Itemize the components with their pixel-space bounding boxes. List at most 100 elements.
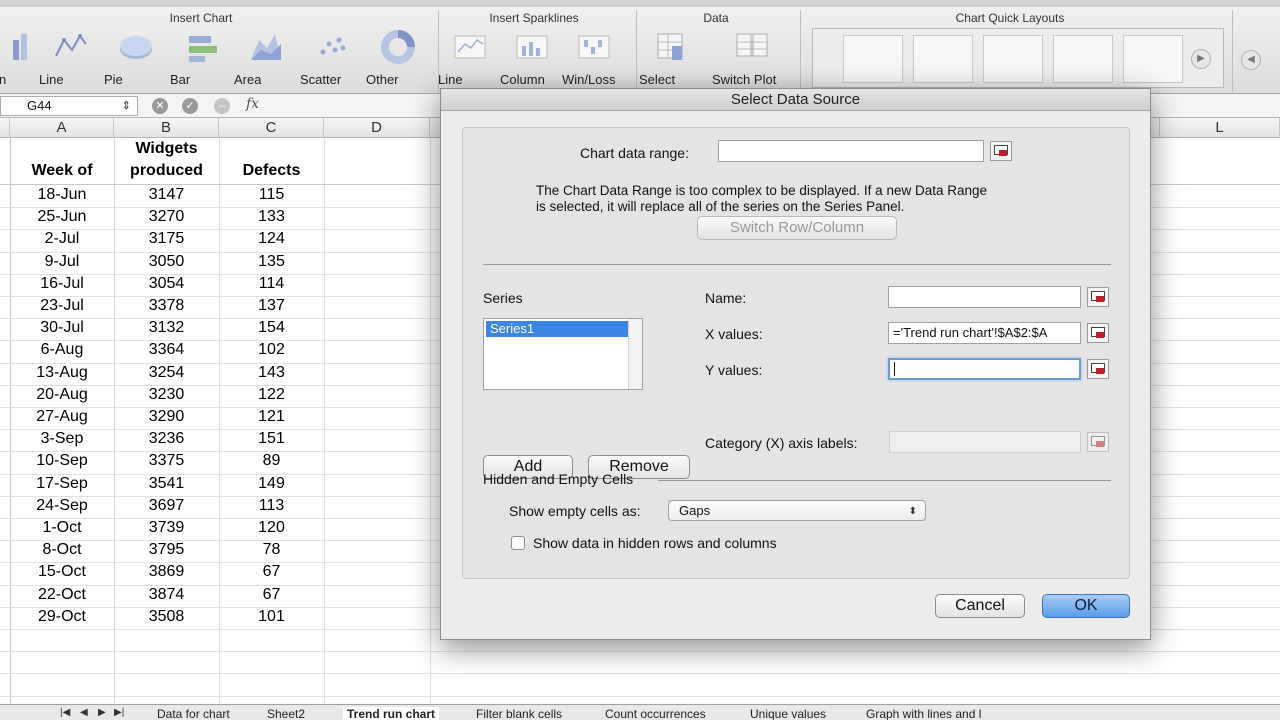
cell-week[interactable]: 2-Jul — [10, 230, 114, 248]
cell-week[interactable]: 17-Sep — [10, 475, 114, 493]
cell-defects[interactable]: 89 — [219, 452, 324, 470]
chart-data-range-field[interactable] — [718, 140, 984, 162]
cell-week[interactable]: 13-Aug — [10, 364, 114, 382]
cell-header-week[interactable]: Week of — [10, 162, 114, 180]
switch-row-column-button[interactable]: Switch Row/Column — [697, 216, 897, 240]
cell-widgets[interactable]: 3739 — [114, 519, 219, 537]
name-box[interactable]: G44 ⇕ — [0, 96, 138, 116]
cell-defects[interactable]: 101 — [219, 608, 324, 626]
chart-quick-layouts-gallery[interactable]: ▶ — [812, 28, 1224, 88]
series-list-scrollbar[interactable] — [628, 319, 642, 389]
series-list-item[interactable]: Series1 — [486, 321, 628, 337]
cell-widgets[interactable]: 3869 — [114, 563, 219, 581]
sparkline-column-button[interactable]: Column — [500, 30, 564, 90]
sparkline-line-button[interactable]: Line — [438, 30, 502, 90]
cell-week[interactable]: 22-Oct — [10, 586, 114, 604]
cell-week[interactable]: 20-Aug — [10, 386, 114, 404]
prev-sheet-icon[interactable]: ◀ — [80, 707, 88, 718]
cell-week[interactable]: 29-Oct — [10, 608, 114, 626]
cell-defects[interactable]: 137 — [219, 297, 324, 315]
column-chart-button[interactable]: lumn — [0, 30, 42, 90]
sparkline-winloss-button[interactable]: Win/Loss — [562, 30, 626, 90]
quick-layout-thumb[interactable] — [1053, 35, 1113, 83]
cell-widgets[interactable]: 3175 — [114, 230, 219, 248]
cell-widgets[interactable]: 3254 — [114, 364, 219, 382]
cancel-formula-icon[interactable]: ✕ — [152, 98, 168, 114]
area-chart-button[interactable]: Area — [234, 30, 298, 90]
cell-week[interactable]: 18-Jun — [10, 186, 114, 204]
cell-widgets[interactable]: 3290 — [114, 408, 219, 426]
cell-week[interactable]: 3-Sep — [10, 430, 114, 448]
cell-widgets[interactable]: 3230 — [114, 386, 219, 404]
cell-widgets[interactable]: 3147 — [114, 186, 219, 204]
cell-header-produced[interactable]: produced — [114, 162, 219, 180]
other-chart-button[interactable]: Other — [366, 30, 430, 90]
cell-defects[interactable]: 67 — [219, 563, 324, 581]
cell-defects[interactable]: 120 — [219, 519, 324, 537]
column-header-d[interactable]: D — [324, 118, 430, 138]
pie-chart-button[interactable]: Pie — [104, 30, 168, 90]
cell-widgets[interactable]: 3270 — [114, 208, 219, 226]
fx-icon[interactable]: fx — [246, 96, 259, 112]
cell-defects[interactable]: 124 — [219, 230, 324, 248]
cell-week[interactable]: 6-Aug — [10, 341, 114, 359]
cell-week[interactable]: 8-Oct — [10, 541, 114, 559]
cell-widgets[interactable]: 3375 — [114, 452, 219, 470]
scatter-chart-button[interactable]: Scatter — [300, 30, 364, 90]
cell-defects[interactable]: 122 — [219, 386, 324, 404]
cell-defects[interactable]: 121 — [219, 408, 324, 426]
cell-defects[interactable]: 102 — [219, 341, 324, 359]
column-header-b[interactable]: B — [114, 118, 219, 138]
cell-defects[interactable]: 154 — [219, 319, 324, 337]
series-list[interactable]: Series1 — [483, 318, 643, 390]
function-wizard-icon[interactable]: – — [214, 98, 230, 114]
quick-layout-thumb[interactable] — [1123, 35, 1183, 83]
sheet-tab-trend-run-chart[interactable]: Trend run chart — [343, 707, 440, 720]
name-box-stepper-icon[interactable]: ⇕ — [122, 97, 131, 115]
select-data-button[interactable]: Select — [639, 30, 703, 90]
cell-widgets[interactable]: 3508 — [114, 608, 219, 626]
cancel-button[interactable]: Cancel — [935, 594, 1025, 618]
cell-defects[interactable]: 143 — [219, 364, 324, 382]
column-header-c[interactable]: C — [219, 118, 324, 138]
gallery-next-icon[interactable]: ▶ — [1191, 49, 1211, 69]
sheet-tab-unique-values[interactable]: Unique values — [750, 707, 826, 720]
cell-widgets[interactable]: 3697 — [114, 497, 219, 515]
cell-week[interactable]: 25-Jun — [10, 208, 114, 226]
cell-widgets[interactable]: 3054 — [114, 275, 219, 293]
cell-defects[interactable]: 149 — [219, 475, 324, 493]
x-values-picker-icon[interactable] — [1087, 323, 1109, 343]
sheet-tab-filter-blank-cells[interactable]: Filter blank cells — [476, 707, 562, 720]
x-values-field[interactable]: ='Trend run chart'!$A$2:$A — [888, 322, 1081, 344]
cell-defects[interactable]: 151 — [219, 430, 324, 448]
cell-defects[interactable]: 135 — [219, 253, 324, 271]
cell-week[interactable]: 16-Jul — [10, 275, 114, 293]
cell-week[interactable]: 15-Oct — [10, 563, 114, 581]
cell-week[interactable]: 23-Jul — [10, 297, 114, 315]
cell-week[interactable]: 10-Sep — [10, 452, 114, 470]
switch-plot-button[interactable]: Switch Plot — [712, 30, 792, 90]
cell-widgets[interactable]: 3050 — [114, 253, 219, 271]
cell-week[interactable]: 9-Jul — [10, 253, 114, 271]
cell-widgets[interactable]: 3795 — [114, 541, 219, 559]
range-picker-icon[interactable] — [990, 141, 1012, 161]
quick-layout-thumb[interactable] — [983, 35, 1043, 83]
cell-widgets[interactable]: 3236 — [114, 430, 219, 448]
next-sheet-icon[interactable]: ▶ — [98, 707, 106, 718]
sheet-tab-count-occurrences[interactable]: Count occurrences — [605, 707, 706, 720]
cell-defects[interactable]: 114 — [219, 275, 324, 293]
cell-defects[interactable]: 113 — [219, 497, 324, 515]
cell-defects[interactable]: 67 — [219, 586, 324, 604]
cell-week[interactable]: 1-Oct — [10, 519, 114, 537]
y-values-picker-icon[interactable] — [1087, 359, 1109, 379]
cell-widgets[interactable]: 3378 — [114, 297, 219, 315]
quick-layout-thumb[interactable] — [843, 35, 903, 83]
cell-header-widgets[interactable]: Widgets — [114, 140, 219, 158]
category-axis-field[interactable] — [889, 431, 1081, 453]
line-chart-button[interactable]: Line — [39, 30, 103, 90]
show-hidden-data-checkbox[interactable] — [511, 536, 525, 550]
ok-button[interactable]: OK — [1042, 594, 1130, 618]
cell-week[interactable]: 24-Sep — [10, 497, 114, 515]
cell-widgets[interactable]: 3364 — [114, 341, 219, 359]
name-picker-icon[interactable] — [1087, 287, 1109, 307]
